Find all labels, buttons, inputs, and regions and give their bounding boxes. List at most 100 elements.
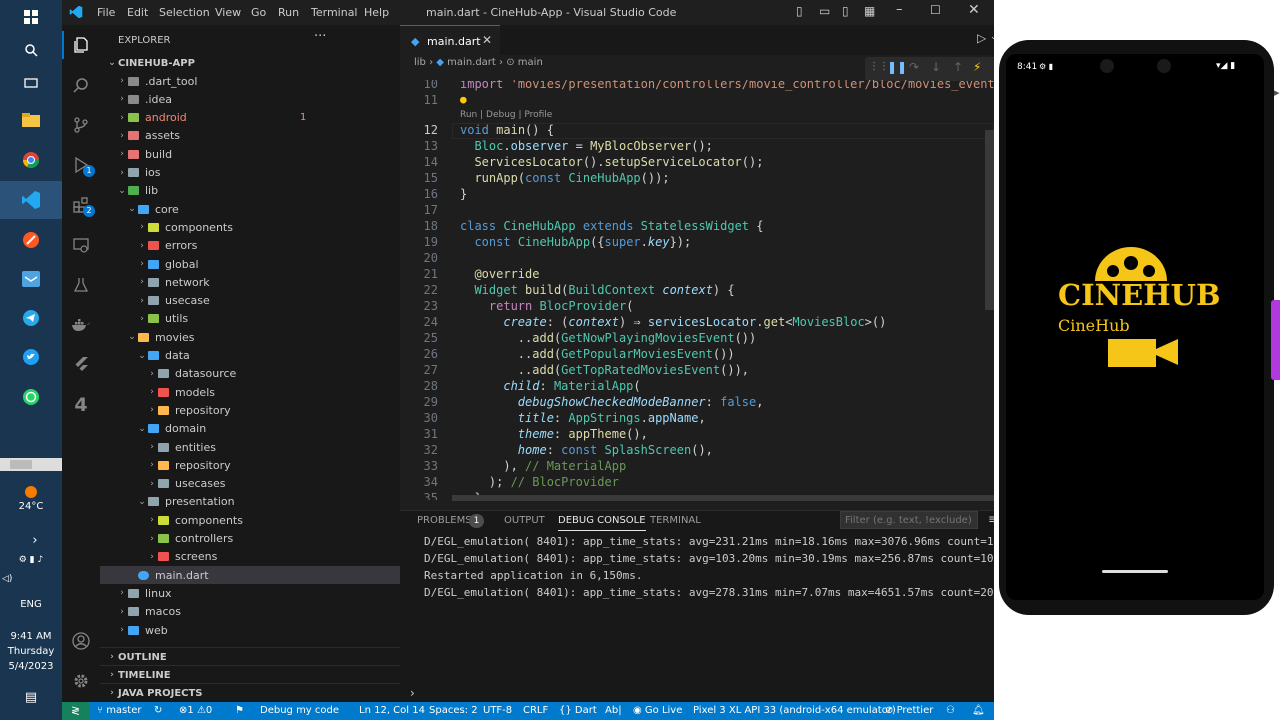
encoding[interactable]: UTF-8 bbox=[483, 705, 512, 716]
notifications-icon[interactable]: ⚇ bbox=[946, 705, 955, 716]
tree-item[interactable]: › ios bbox=[100, 164, 416, 182]
menu-edit[interactable]: Edit bbox=[127, 6, 148, 19]
notification-icon[interactable]: ▤ bbox=[19, 685, 43, 709]
browser-icon[interactable] bbox=[19, 228, 43, 252]
console-filter-input[interactable] bbox=[840, 511, 978, 529]
tree-item[interactable]: › utils bbox=[100, 310, 436, 328]
run-file-icon[interactable]: ▷ bbox=[977, 31, 986, 45]
language-mode[interactable]: {} Dart bbox=[559, 705, 597, 716]
java-projects-section[interactable]: › JAVA PROJECTS bbox=[100, 683, 406, 702]
emulator-side-button[interactable] bbox=[1271, 300, 1280, 380]
phone-screen[interactable]: 8:41 ⚙ ▮ ▾◢ ▮ CINEHUB CineHub bbox=[1006, 54, 1264, 600]
flutter-icon[interactable] bbox=[69, 353, 93, 377]
vscode-icon[interactable] bbox=[19, 188, 43, 212]
tree-item[interactable]: › errors bbox=[100, 237, 436, 255]
tree-item[interactable]: › network bbox=[100, 273, 436, 291]
menu-run[interactable]: Run bbox=[278, 6, 299, 19]
sync-icon[interactable]: ↻ bbox=[154, 705, 162, 716]
whatsapp-icon[interactable] bbox=[19, 385, 43, 409]
search-icon[interactable] bbox=[69, 73, 93, 97]
tree-item[interactable]: › components bbox=[100, 511, 446, 529]
tree-item[interactable]: main.dart bbox=[100, 566, 426, 585]
bell-icon[interactable]: 🔔︎ bbox=[972, 705, 985, 716]
tree-item[interactable]: › repository bbox=[100, 456, 446, 474]
tree-item[interactable]: › linux bbox=[100, 584, 416, 602]
tree-item[interactable]: ⌄ core bbox=[100, 200, 426, 218]
minimize-icon[interactable]: – bbox=[896, 2, 903, 17]
html-helper-icon[interactable]: 4 bbox=[69, 393, 93, 417]
vertical-scrollbar[interactable] bbox=[985, 130, 994, 310]
tab-output[interactable]: OUTPUT bbox=[504, 515, 545, 526]
accounts-icon[interactable] bbox=[69, 629, 93, 653]
customize-layout-icon[interactable]: ▦ bbox=[864, 4, 875, 18]
menu-file[interactable]: File bbox=[97, 6, 115, 19]
menu-terminal[interactable]: Terminal bbox=[311, 6, 358, 19]
tree-item[interactable]: › android bbox=[100, 109, 416, 127]
taskbar-scrollbar[interactable] bbox=[0, 458, 62, 471]
file-explorer-icon[interactable] bbox=[19, 108, 43, 132]
go-live-status[interactable]: ◉ Go Live bbox=[633, 705, 682, 716]
chrome-icon[interactable] bbox=[19, 148, 43, 172]
more-actions-icon[interactable]: ··· bbox=[314, 29, 326, 44]
end-of-line[interactable]: CRLF bbox=[523, 705, 548, 716]
project-root[interactable]: ⌄ CINEHUB-APP bbox=[100, 54, 406, 72]
tree-item[interactable]: › usecases bbox=[100, 475, 446, 493]
pause-icon[interactable]: ❚❚ bbox=[887, 60, 907, 74]
spellcheck-icon[interactable]: Ab| bbox=[605, 705, 622, 716]
tree-item[interactable]: ⌄ data bbox=[100, 347, 436, 365]
files-icon[interactable] bbox=[69, 33, 93, 57]
step-into-icon[interactable]: ↓ bbox=[931, 60, 941, 74]
lightbulb-icon[interactable]: ● bbox=[460, 93, 467, 106]
debug-status[interactable]: ⚑ bbox=[235, 705, 244, 716]
tree-item[interactable]: ⌄ presentation bbox=[100, 493, 436, 511]
search-icon[interactable] bbox=[19, 38, 43, 62]
clock-time[interactable]: 9:41 AM bbox=[0, 631, 62, 642]
code-area[interactable]: 10 import 'movies/presentation/controller… bbox=[400, 80, 994, 500]
branch-status[interactable]: ⑂ master bbox=[97, 705, 141, 716]
telegram-icon[interactable] bbox=[19, 306, 43, 330]
drag-handle-icon[interactable]: ⋮⋮ bbox=[869, 61, 889, 72]
maximize-icon[interactable]: ☐ bbox=[930, 3, 941, 17]
indentation[interactable]: Spaces: 2 bbox=[429, 705, 478, 716]
breadcrumb-lib[interactable]: lib bbox=[414, 57, 426, 68]
cursor-position[interactable]: Ln 12, Col 14 bbox=[359, 705, 425, 716]
close-tab-icon[interactable]: ✕ bbox=[482, 33, 492, 47]
docker-icon[interactable] bbox=[69, 313, 93, 337]
tree-item[interactable]: › controllers bbox=[100, 530, 446, 548]
tree-item[interactable]: › screens bbox=[100, 548, 446, 566]
chevron-up-icon[interactable]: › bbox=[20, 533, 50, 548]
tree-item[interactable]: › models bbox=[100, 383, 446, 401]
outline-section[interactable]: › OUTLINE bbox=[100, 647, 406, 666]
menu-selection[interactable]: Selection bbox=[159, 6, 210, 19]
tab-problems[interactable]: PROBLEMS bbox=[417, 515, 472, 526]
system-tray-icons[interactable]: ⚙ ▮ ♪ bbox=[0, 555, 62, 565]
menu-go[interactable]: Go bbox=[251, 6, 266, 19]
tab-debug-console[interactable]: DEBUG CONSOLE bbox=[558, 515, 646, 531]
tree-item[interactable]: › usecase bbox=[100, 292, 436, 310]
tree-item[interactable]: › entities bbox=[100, 438, 446, 456]
tree-item[interactable]: › datasource bbox=[100, 365, 446, 383]
close-window-icon[interactable]: ✕ bbox=[968, 2, 980, 18]
source-control-icon[interactable] bbox=[69, 113, 93, 137]
problems-status[interactable]: ⊗1 ⚠0 bbox=[179, 705, 212, 716]
remote-explorer-icon[interactable] bbox=[69, 233, 93, 257]
step-out-icon[interactable]: ↑ bbox=[953, 60, 963, 74]
console-prompt-icon[interactable]: › bbox=[410, 686, 415, 700]
testing-icon[interactable] bbox=[69, 273, 93, 297]
tree-item[interactable]: › global bbox=[100, 255, 436, 273]
device-selector[interactable]: Pixel 3 XL API 33 (android-x64 emulator) bbox=[693, 705, 896, 716]
mail-icon[interactable] bbox=[19, 267, 43, 291]
tree-item[interactable]: › build bbox=[100, 145, 416, 163]
toggle-panel-icon[interactable]: ▭ bbox=[819, 4, 830, 18]
tree-item[interactable]: › macos bbox=[100, 603, 416, 621]
tree-item[interactable]: ⌄ movies bbox=[100, 328, 426, 346]
breadcrumb-file[interactable]: main.dart bbox=[447, 57, 496, 68]
menu-view[interactable]: View bbox=[215, 6, 241, 19]
codelens[interactable]: Run | Debug | Profile bbox=[460, 110, 552, 120]
task-view-icon[interactable] bbox=[19, 71, 43, 95]
tab-main-dart[interactable]: ◆ main.dart ✕ bbox=[400, 25, 500, 56]
language-indicator[interactable]: ENG bbox=[0, 599, 62, 610]
twitter-icon[interactable] bbox=[19, 345, 43, 369]
horizontal-scrollbar[interactable] bbox=[452, 495, 1012, 501]
breadcrumb-symbol[interactable]: main bbox=[518, 57, 543, 68]
